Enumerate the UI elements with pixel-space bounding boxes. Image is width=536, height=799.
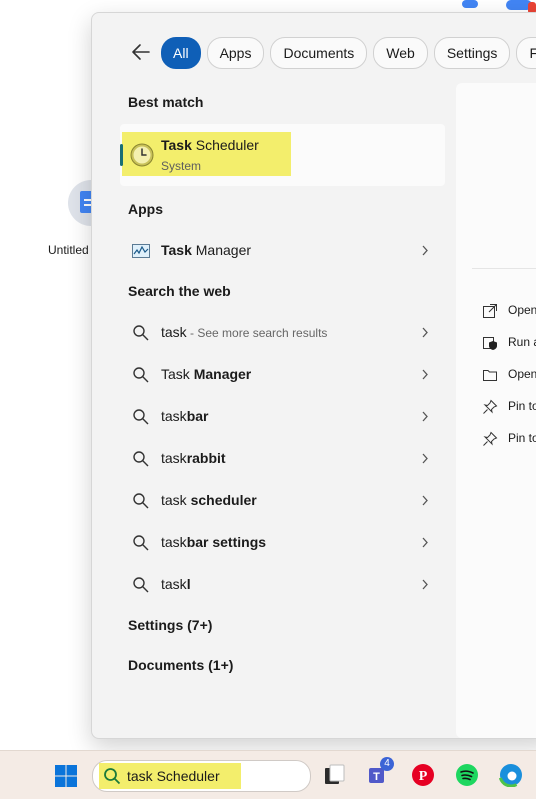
teams-icon[interactable]: T 4 — [366, 757, 394, 787]
chevron-right-icon[interactable] — [421, 495, 429, 506]
task-view-icon[interactable] — [322, 763, 346, 787]
web-result[interactable]: task - See more search results — [120, 313, 445, 351]
action-label: Open — [508, 303, 536, 317]
windows-start-icon[interactable] — [55, 765, 77, 787]
documents-category[interactable]: Documents (1+) — [128, 657, 233, 673]
taskbar-search-box[interactable] — [92, 760, 311, 792]
search-icon — [133, 577, 149, 593]
pin-icon — [483, 399, 498, 414]
task-manager-icon — [132, 244, 150, 258]
search-panel: All Apps Documents Web Settings Folders … — [91, 12, 536, 739]
taskbar: T 4 P — [0, 750, 536, 799]
search-icon — [133, 325, 149, 341]
best-match-heading: Best match — [128, 94, 204, 110]
result-label: taskbar — [161, 408, 209, 424]
search-icon — [133, 409, 149, 425]
web-result[interactable]: taskrabbit — [120, 439, 445, 477]
best-match-title: Task Scheduler — [161, 137, 259, 153]
best-match-result[interactable]: Task Scheduler System — [120, 124, 445, 186]
back-arrow-icon[interactable] — [130, 41, 152, 63]
chip-documents[interactable]: Documents — [270, 37, 368, 69]
search-icon — [104, 768, 121, 785]
best-match-subtitle: System — [161, 159, 202, 173]
chip-settings[interactable]: Settings — [433, 37, 511, 69]
pin-icon — [483, 431, 498, 446]
chip-folders[interactable]: Folders — [516, 37, 536, 69]
app-result-task-manager[interactable]: Task Manager — [120, 231, 445, 269]
search-web-heading: Search the web — [128, 283, 231, 299]
action-label: Run as administrator — [508, 335, 536, 349]
settings-category[interactable]: Settings (7+) — [128, 617, 212, 633]
web-result[interactable]: taskl — [120, 565, 445, 603]
action-label: Pin to Start — [508, 399, 536, 413]
apps-heading: Apps — [128, 201, 163, 217]
web-result[interactable]: taskbar settings — [120, 523, 445, 561]
search-icon — [133, 367, 149, 383]
open-external-icon — [483, 304, 497, 318]
web-result[interactable]: task scheduler — [120, 481, 445, 519]
chip-apps[interactable]: Apps — [206, 37, 265, 69]
search-icon — [133, 451, 149, 467]
chip-all[interactable]: All — [161, 37, 201, 69]
shield-icon — [483, 337, 497, 350]
svg-text:T: T — [373, 771, 380, 783]
chevron-right-icon[interactable] — [421, 411, 429, 422]
chip-web[interactable]: Web — [373, 37, 428, 69]
chevron-right-icon[interactable] — [421, 453, 429, 464]
desktop-icon-label[interactable]: Untitled — [48, 243, 92, 257]
spotify-icon[interactable] — [455, 763, 479, 787]
chevron-right-icon[interactable] — [421, 245, 429, 256]
result-label: Task Manager — [161, 242, 252, 258]
result-label: task - See more search results — [161, 324, 328, 340]
notification-badge: 4 — [380, 757, 394, 771]
web-result[interactable]: Task Manager — [120, 355, 445, 393]
chevron-right-icon[interactable] — [421, 369, 429, 380]
chevron-right-icon[interactable] — [421, 537, 429, 548]
divider — [472, 268, 536, 269]
edge-icon[interactable] — [499, 763, 523, 787]
result-label: task scheduler — [161, 492, 257, 508]
svg-text:P: P — [419, 769, 428, 784]
search-input[interactable] — [127, 766, 297, 786]
result-label: taskrabbit — [161, 450, 226, 466]
web-result[interactable]: taskbar — [120, 397, 445, 435]
folder-icon — [483, 370, 497, 381]
clock-icon — [130, 143, 154, 167]
search-icon — [133, 535, 149, 551]
result-label: Task Manager — [161, 366, 252, 382]
preview-pane: Open Run as administrator Open file loca… — [456, 83, 536, 738]
pinterest-icon[interactable]: P — [411, 763, 435, 787]
filter-chips: All Apps Documents Web Settings Folders — [161, 37, 536, 69]
result-label: taskbar settings — [161, 534, 267, 550]
chevron-right-icon[interactable] — [421, 579, 429, 590]
selection-indicator — [120, 144, 123, 166]
action-label: Open file location — [508, 367, 536, 381]
chevron-right-icon[interactable] — [421, 327, 429, 338]
action-label: Pin to taskbar — [508, 431, 536, 445]
result-label: taskl — [161, 576, 191, 592]
search-icon — [133, 493, 149, 509]
